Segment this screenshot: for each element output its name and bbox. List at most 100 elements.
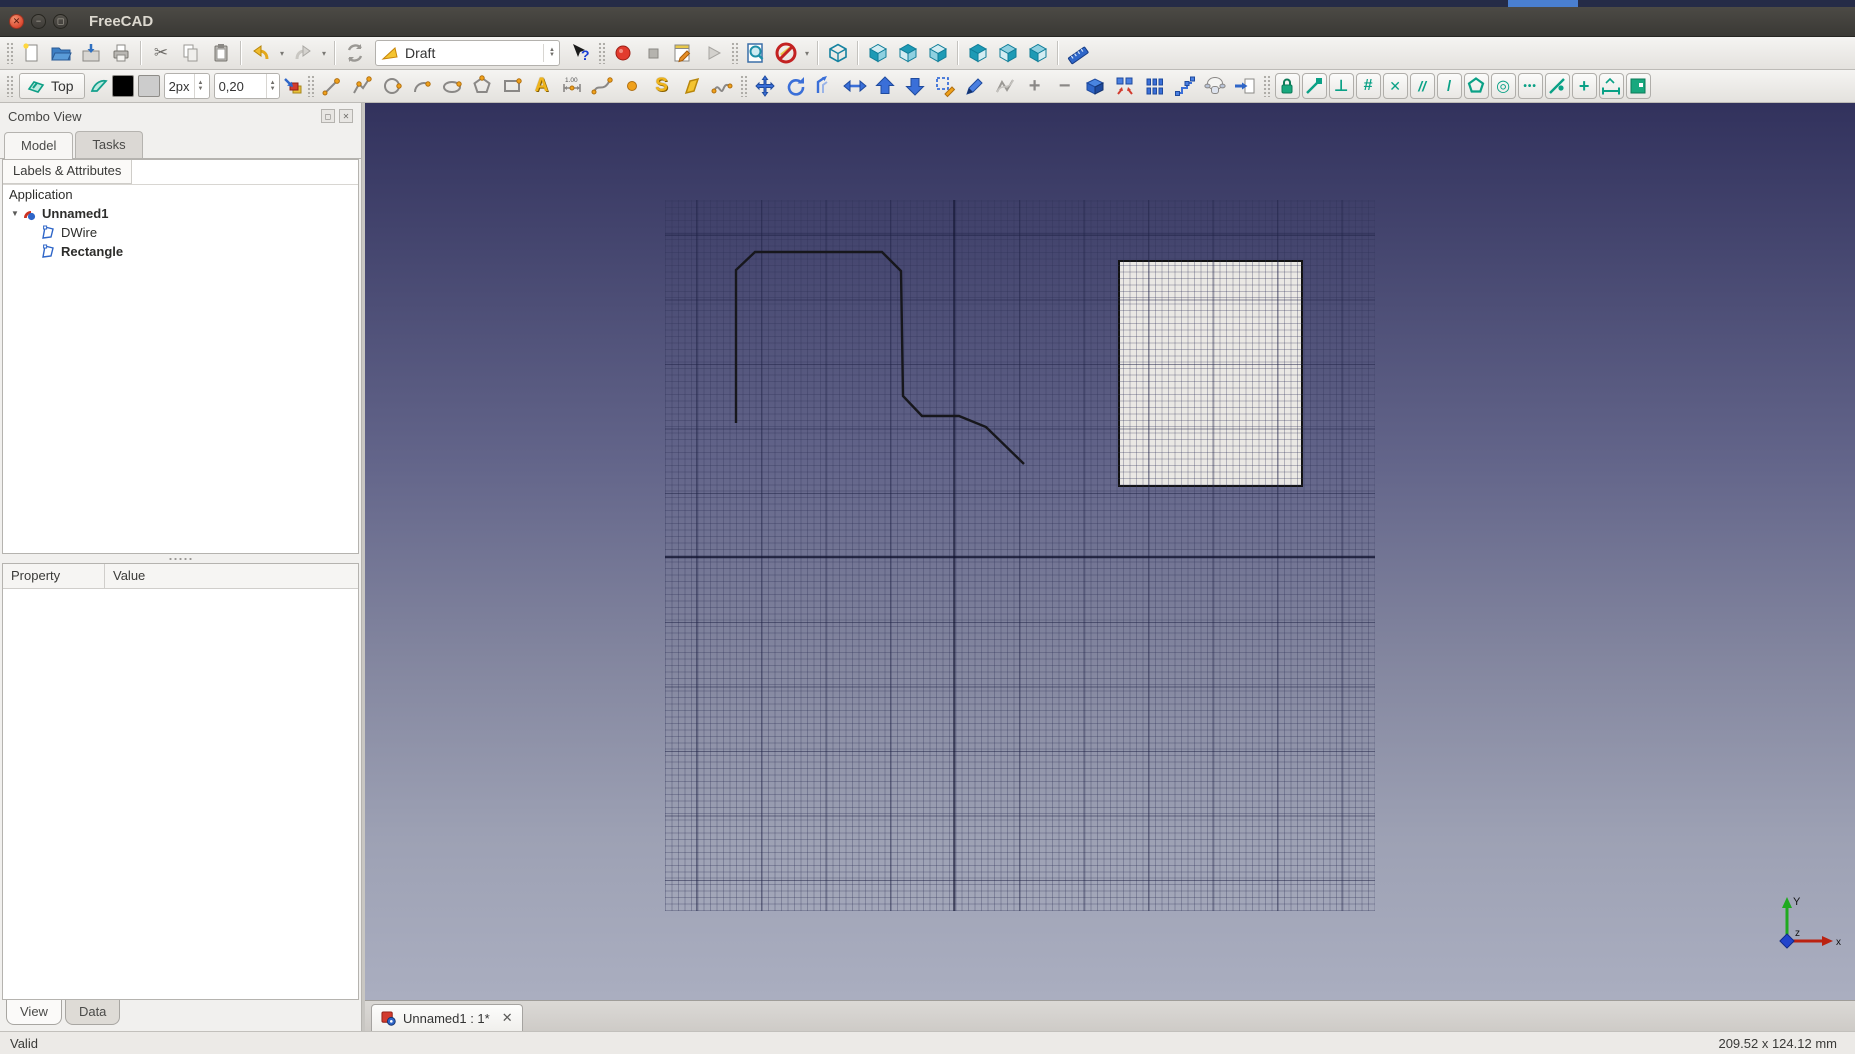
tree-item-document[interactable]: ▼ Unnamed1 <box>3 204 358 223</box>
draft-point-array-button[interactable] <box>1140 72 1170 100</box>
toolbar-grip[interactable] <box>740 75 747 97</box>
snap-intersection-toggle[interactable]: ✕ <box>1383 73 1408 99</box>
document-tab[interactable]: Unnamed1 : 1* ✕ <box>371 1004 523 1031</box>
draft-scale-button[interactable] <box>930 72 960 100</box>
toolbar-grip[interactable] <box>598 42 605 64</box>
combo-spinner-icon[interactable]: ▲▼ <box>543 44 555 62</box>
macro-record-button[interactable] <box>608 39 638 67</box>
draw-style-button[interactable] <box>771 39 801 67</box>
macro-execute-button[interactable] <box>698 39 728 67</box>
draft-facebinder-button[interactable] <box>677 72 707 100</box>
print-button[interactable] <box>106 39 136 67</box>
macro-edit-button[interactable] <box>668 39 698 67</box>
open-file-button[interactable] <box>46 39 76 67</box>
snap-lock-toggle[interactable] <box>1275 73 1300 99</box>
autogroup-button[interactable] <box>282 72 304 100</box>
snap-dimensions-toggle[interactable] <box>1599 73 1624 99</box>
face-color-swatch[interactable] <box>138 75 160 97</box>
select-plane-button[interactable]: Top <box>19 73 85 99</box>
draft-line-button[interactable] <box>317 72 347 100</box>
construction-mode-toggle[interactable] <box>88 72 110 100</box>
draft-array-button[interactable] <box>1110 72 1140 100</box>
draft-delete-point-button[interactable]: − <box>1050 72 1080 100</box>
draft-bspline-button[interactable] <box>587 72 617 100</box>
snap-working-plane-toggle[interactable] <box>1626 73 1651 99</box>
line-width-spinbox[interactable]: 2px ▲▼ <box>164 73 210 99</box>
save-button[interactable] <box>76 39 106 67</box>
draft-move-button[interactable] <box>750 72 780 100</box>
tab-model[interactable]: Model <box>4 132 73 159</box>
fit-all-button[interactable] <box>741 39 771 67</box>
draft-shapestring-button[interactable]: S <box>647 72 677 100</box>
window-close-button[interactable]: ✕ <box>9 14 24 29</box>
draft-arc-button[interactable] <box>407 72 437 100</box>
window-minimize-button[interactable]: − <box>31 14 46 29</box>
workbench-selector[interactable]: Draft ▲▼ <box>375 40 560 66</box>
tree-item-rectangle[interactable]: Rectangle <box>3 242 358 261</box>
draft-trimex-button[interactable] <box>840 72 870 100</box>
measure-distance-button[interactable] <box>1063 39 1093 67</box>
draft-bezier-button[interactable] <box>707 72 737 100</box>
undo-button[interactable] <box>246 39 276 67</box>
toolbar-grip[interactable] <box>6 75 13 97</box>
toolbar-grip[interactable] <box>1263 75 1270 97</box>
view-rear-button[interactable] <box>963 39 993 67</box>
draw-style-dropdown-arrow[interactable]: ▾ <box>801 39 813 67</box>
view-left-button[interactable] <box>1023 39 1053 67</box>
draft-shape2dview-button[interactable] <box>1080 72 1110 100</box>
whats-this-button[interactable]: ? <box>565 39 595 67</box>
snap-parallel-toggle[interactable]: // <box>1410 73 1435 99</box>
view-axonometric-button[interactable] <box>823 39 853 67</box>
paste-button[interactable] <box>206 39 236 67</box>
macro-stop-button[interactable] <box>638 39 668 67</box>
copy-button[interactable] <box>176 39 206 67</box>
draft-rotate-button[interactable] <box>780 72 810 100</box>
view-bottom-button[interactable] <box>993 39 1023 67</box>
draft-rectangle-button[interactable] <box>497 72 527 100</box>
spinner-arrows-icon[interactable]: ▲▼ <box>194 74 207 98</box>
draft-add-point-button[interactable]: + <box>1020 72 1050 100</box>
toolbar-grip[interactable] <box>307 75 314 97</box>
scale-spinbox[interactable]: 0,20 ▲▼ <box>214 73 280 99</box>
redo-button[interactable] <box>288 39 318 67</box>
spinner-arrows-icon[interactable]: ▲▼ <box>266 74 279 98</box>
tab-data[interactable]: Data <box>65 1000 120 1025</box>
view-top-button[interactable] <box>893 39 923 67</box>
draft-downgrade-button[interactable] <box>900 72 930 100</box>
line-color-swatch[interactable] <box>112 75 134 97</box>
toolbar-grip[interactable] <box>731 42 738 64</box>
snap-near-toggle[interactable] <box>1545 73 1570 99</box>
draft-upgrade-button[interactable] <box>870 72 900 100</box>
snap-extension-toggle[interactable]: / <box>1437 73 1462 99</box>
draft-ellipse-button[interactable] <box>437 72 467 100</box>
cut-button[interactable]: ✂ <box>146 39 176 67</box>
viewport-3d[interactable]: Y z x <box>365 103 1855 1000</box>
draft-point-button[interactable] <box>617 72 647 100</box>
snap-grid-toggle[interactable]: # <box>1356 73 1381 99</box>
panel-splitter[interactable] <box>0 554 361 563</box>
view-right-button[interactable] <box>923 39 953 67</box>
window-maximize-button[interactable]: ◻ <box>53 14 68 29</box>
dwire-object[interactable] <box>665 200 1375 911</box>
redo-dropdown-arrow[interactable]: ▾ <box>318 39 330 67</box>
snap-special-toggle[interactable]: ••• <box>1518 73 1543 99</box>
new-document-button[interactable] <box>16 39 46 67</box>
draft-dimension-button[interactable]: 1.00 <box>557 72 587 100</box>
draft-polygon-button[interactable] <box>467 72 497 100</box>
draft-clone-button[interactable] <box>1200 72 1230 100</box>
draft-circle-button[interactable] <box>377 72 407 100</box>
refresh-button[interactable] <box>340 39 370 67</box>
snap-ortho-toggle[interactable]: + <box>1572 73 1597 99</box>
draft-wire-to-bspline-button[interactable] <box>990 72 1020 100</box>
tree-root-application[interactable]: Application <box>3 185 358 204</box>
undo-dropdown-arrow[interactable]: ▾ <box>276 39 288 67</box>
view-front-button[interactable] <box>863 39 893 67</box>
draft-wire-button[interactable] <box>347 72 377 100</box>
draft-text-button[interactable]: A <box>527 72 557 100</box>
snap-perpendicular-toggle[interactable]: ⊥ <box>1329 73 1354 99</box>
panel-close-button[interactable]: ✕ <box>339 109 353 123</box>
expander-icon[interactable]: ▼ <box>9 209 21 218</box>
toolbar-grip[interactable] <box>6 42 13 64</box>
draft-offset-button[interactable] <box>810 72 840 100</box>
tab-tasks[interactable]: Tasks <box>75 131 142 158</box>
